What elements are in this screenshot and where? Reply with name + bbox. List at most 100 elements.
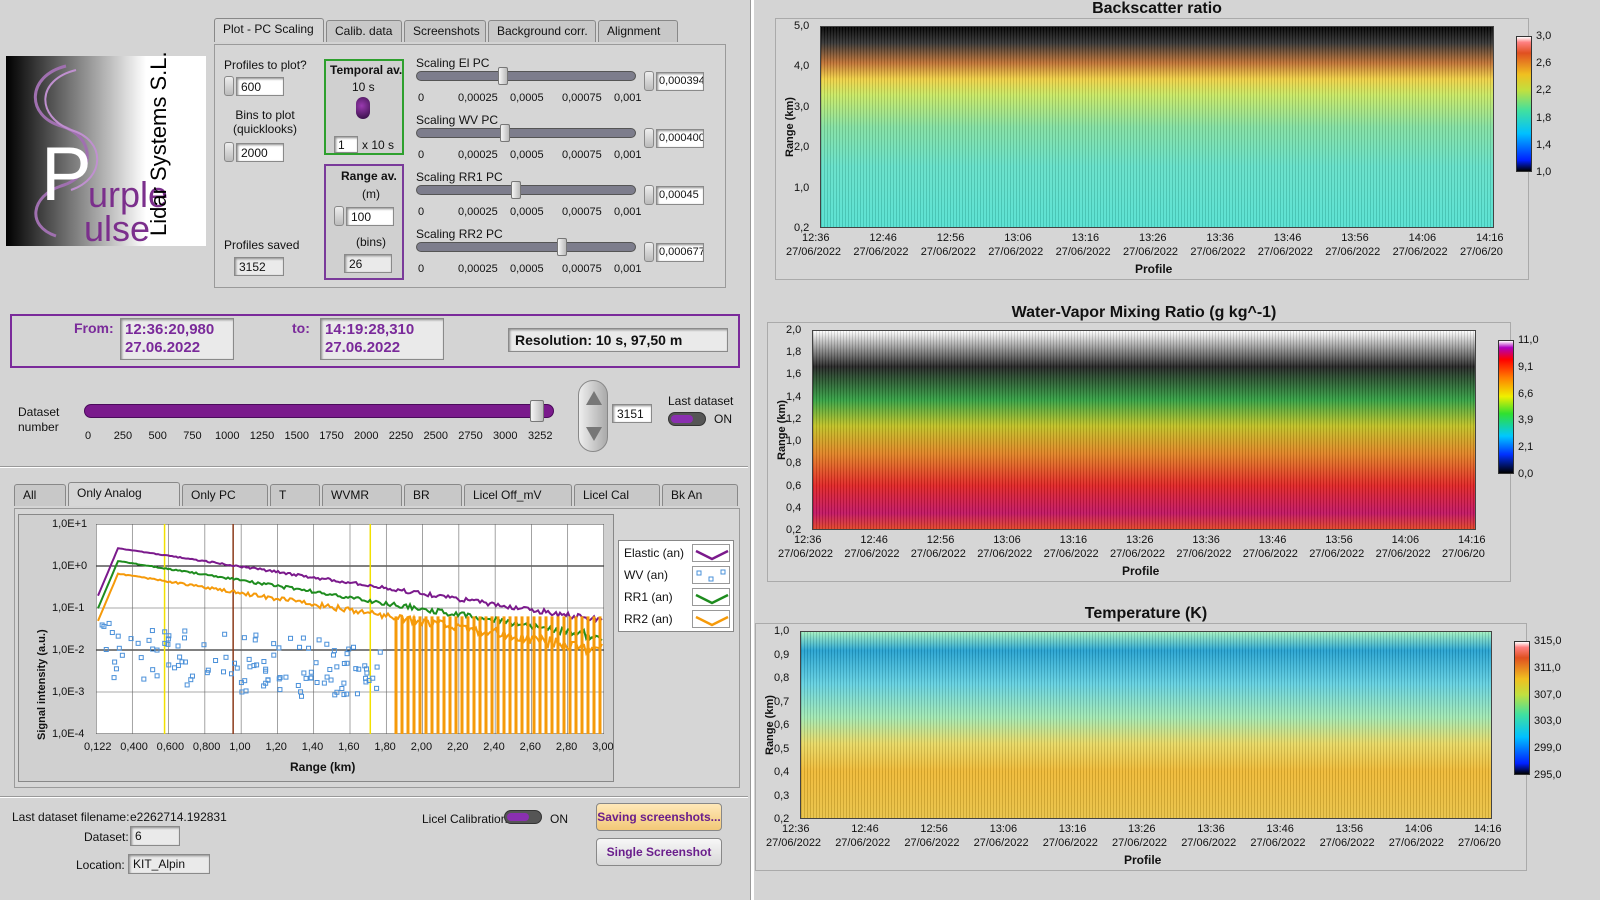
profiles-to-plot-spinner[interactable] (224, 76, 234, 96)
wvmr-x-tick: 13:36 (1192, 534, 1220, 546)
tab-br[interactable]: BR (404, 484, 462, 506)
scaling-tick-label: 0,00075 (562, 149, 602, 161)
dataset-slider-track[interactable] (84, 404, 554, 418)
legend-swatch (692, 588, 730, 606)
tab-alignment[interactable]: Alignment (598, 20, 678, 42)
dataset-footer-display: 6 (130, 826, 180, 846)
legend-swatch (692, 566, 730, 584)
signal-x-tick: 1,00 (229, 741, 250, 753)
scaling-slider-track[interactable] (416, 185, 636, 195)
scaling-slider-thumb[interactable] (511, 181, 521, 199)
wvmr-x-date: 27/06/2022 (1309, 548, 1364, 560)
scaling-spinner[interactable] (644, 242, 654, 262)
last-dataset-toggle[interactable] (668, 412, 706, 426)
scaling-tick-label: 0,00075 (562, 92, 602, 104)
scaling-tick-label: 0,00025 (458, 206, 498, 218)
scaling-value-input[interactable]: 0,00045 (656, 186, 704, 205)
profiles-to-plot-input[interactable]: 600 (236, 77, 284, 96)
signal-x-tick: 1,20 (266, 741, 287, 753)
range-av-spinner[interactable] (334, 206, 344, 226)
temperature-heatmap[interactable] (800, 631, 1492, 819)
tab-calib-data[interactable]: Calib. data (326, 20, 402, 42)
temporal-av-knob[interactable] (356, 97, 370, 119)
tab-wvmr[interactable]: WVMR (322, 484, 402, 506)
temperature-x-date: 27/06/2022 (835, 837, 890, 849)
temperature-x-date: 27/06/2022 (1389, 837, 1444, 849)
legend-label: WV (an) (624, 568, 668, 582)
signal-x-tick: 2,20 (447, 741, 468, 753)
tab-licel-cal[interactable]: Licel Cal (574, 484, 660, 506)
scaling-value-input[interactable]: 0,000400 (656, 129, 704, 148)
legend-label: RR1 (an) (624, 590, 673, 604)
filename-value: e2262714.192831 (130, 810, 227, 824)
backscatter-heatmap[interactable] (820, 26, 1494, 228)
backscatter-colorbar-tick: 1,0 (1536, 166, 1551, 178)
tab-only-pc[interactable]: Only PC (182, 484, 268, 506)
range-av-m-input[interactable]: 100 (346, 207, 394, 226)
scaling-value-input[interactable]: 0,000677 (656, 243, 704, 262)
temperature-x-tick: 13:46 (1266, 823, 1294, 835)
top-tab-bar: Plot - PC Scaling Calib. data Screenshot… (214, 20, 734, 44)
saving-screenshots-button[interactable]: Saving screenshots... (596, 803, 722, 831)
dataset-number-input[interactable]: 3151 (612, 404, 652, 423)
scaling-tick-label: 0,001 (614, 149, 642, 161)
scaling-label: Scaling El PC (416, 56, 489, 70)
temporal-av-label: Temporal av. (330, 63, 402, 77)
scaling-tick-label: 0,00075 (562, 206, 602, 218)
temperature-x-date: 27/06/2022 (904, 837, 959, 849)
scaling-slider-track[interactable] (416, 128, 636, 138)
scaling-slider-thumb[interactable] (557, 238, 567, 256)
scaling-spinner[interactable] (644, 128, 654, 148)
tab-only-analog[interactable]: Only Analog (68, 482, 180, 506)
scaling-value-input[interactable]: 0,000394 (656, 72, 704, 91)
tab-licel-off-mv[interactable]: Licel Off_mV (464, 484, 572, 506)
bins-to-plot-input[interactable]: 2000 (236, 143, 284, 162)
temporal-av-count-input[interactable]: 1 (334, 136, 358, 153)
to-label: to: (292, 320, 310, 336)
tab-screenshots[interactable]: Screenshots (404, 20, 486, 42)
scaling-slider-track[interactable] (416, 242, 636, 252)
scaling-spinner[interactable] (644, 71, 654, 91)
signal-plot-svg[interactable] (96, 524, 604, 734)
dataset-stepper[interactable] (578, 380, 608, 452)
wvmr-x-axis-label: Profile (1122, 564, 1159, 578)
backscatter-x-tick: 13:56 (1341, 232, 1369, 244)
backscatter-x-date: 27/06/2022 (921, 246, 976, 258)
bins-to-plot-spinner[interactable] (224, 142, 234, 162)
backscatter-x-date: 27/06/2022 (1325, 246, 1380, 258)
wvmr-x-tick: 14:06 (1392, 534, 1420, 546)
signal-x-tick: 3,00 (592, 741, 613, 753)
tab-background-corr[interactable]: Background corr. (488, 20, 596, 42)
backscatter-colorbar-tick: 3,0 (1536, 30, 1551, 42)
scaling-slider-track[interactable] (416, 71, 636, 81)
temperature-colorbar-tick: 299,0 (1534, 742, 1562, 754)
temperature-colorbar-tick: 303,0 (1534, 715, 1562, 727)
dataset-slider-thumb[interactable] (530, 400, 544, 422)
scaling-spinner[interactable] (644, 185, 654, 205)
wvmr-x-date: 27/06/20 (1442, 548, 1485, 560)
range-av-bins-display: 26 (344, 254, 392, 273)
wvmr-y-tick: 1,8 (786, 346, 801, 358)
tab-all[interactable]: All (14, 484, 66, 506)
profiles-saved-label: Profiles saved (224, 238, 299, 252)
single-screenshot-button[interactable]: Single Screenshot (596, 838, 722, 866)
scaling-label: Scaling WV PC (416, 113, 498, 127)
stepper-down-icon[interactable] (586, 427, 602, 441)
scaling-slider-thumb[interactable] (498, 67, 508, 85)
temperature-y-tick: 1,0 (774, 625, 789, 637)
stepper-up-icon[interactable] (586, 391, 602, 405)
tab-plot-pc-scaling[interactable]: Plot - PC Scaling (214, 18, 324, 42)
tab-bk-an[interactable]: Bk An (662, 484, 738, 506)
backscatter-colorbar-tick: 2,2 (1536, 84, 1551, 96)
tab-t[interactable]: T (270, 484, 320, 506)
temperature-x-tick: 12:46 (851, 823, 879, 835)
wvmr-y-tick: 0,8 (786, 457, 801, 469)
backscatter-y-tick: 3,0 (794, 101, 809, 113)
wvmr-y-tick: 0,6 (786, 480, 801, 492)
signal-x-tick: 2,80 (556, 741, 577, 753)
dataset-footer-label: Dataset: (84, 830, 129, 844)
dataset-tick-label: 1250 (250, 430, 274, 442)
scaling-slider-thumb[interactable] (500, 124, 510, 142)
wvmr-heatmap[interactable] (812, 330, 1476, 530)
licel-calibration-toggle[interactable] (504, 810, 542, 824)
